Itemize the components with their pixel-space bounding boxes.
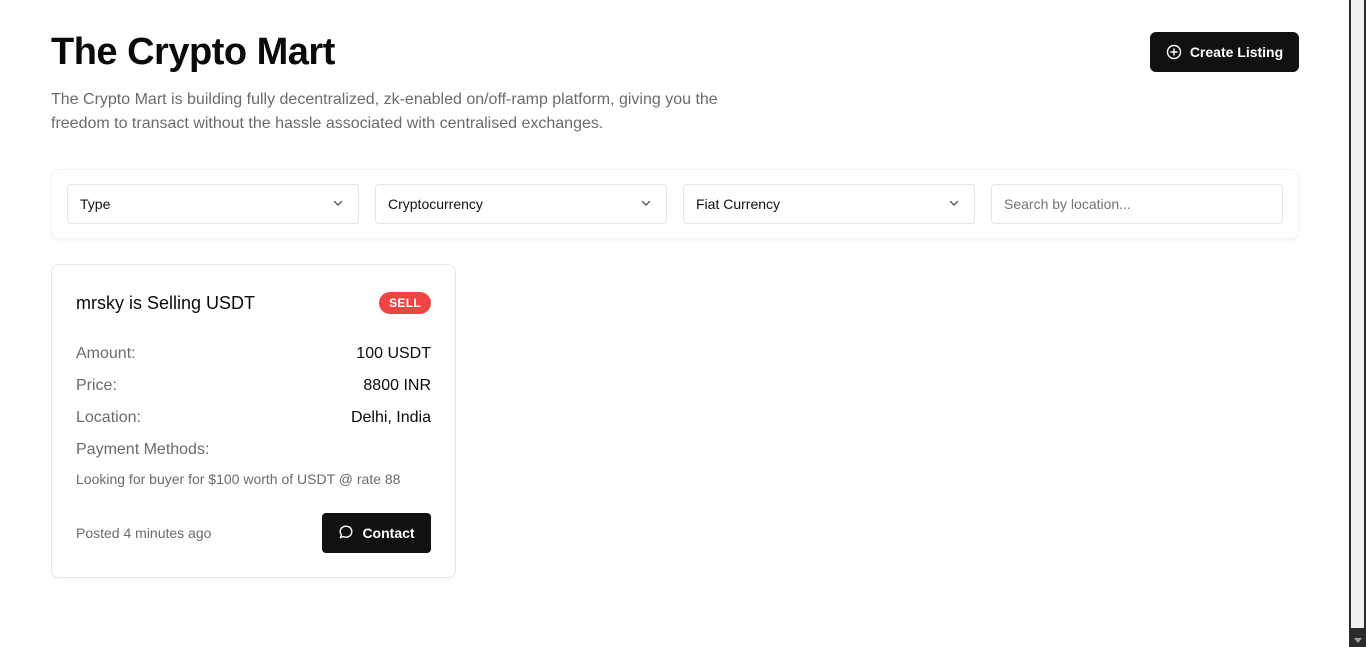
page-subtitle: The Crypto Mart is building fully decent… [51, 91, 718, 132]
type-select-value: Type [80, 196, 111, 212]
chevron-down-icon [948, 196, 960, 212]
price-value: 8800 INR [363, 377, 431, 394]
plus-circle-icon [1166, 44, 1182, 60]
scrollbar[interactable] [1349, 0, 1366, 647]
type-select[interactable]: Type [67, 184, 359, 224]
price-label: Price: [76, 377, 117, 394]
contact-label: Contact [362, 525, 415, 541]
price-row: Price: 8800 INR [76, 375, 431, 397]
filter-bar: Type Cryptocurrency Fiat Currency [51, 169, 1299, 239]
location-value: Delhi, India [350, 409, 431, 426]
contact-button[interactable]: Contact [322, 513, 431, 553]
scroll-down-arrow-icon[interactable] [1354, 638, 1362, 643]
amount-label: Amount: [76, 345, 136, 362]
payment-methods-label: Payment Methods: [76, 441, 210, 458]
scrollbar-thumb[interactable] [1351, 0, 1364, 628]
listing-title: mrsky is Selling USDT [76, 293, 256, 313]
page-header: The Crypto Mart The Crypto Mart is build… [51, 30, 1299, 136]
fiat-currency-select-value: Fiat Currency [696, 196, 781, 212]
message-circle-icon [338, 524, 354, 543]
cryptocurrency-select[interactable]: Cryptocurrency [375, 184, 667, 224]
amount-row: Amount: 100 USDT [76, 343, 431, 365]
listing-card: mrsky is Selling USDT SELL Amount: 100 U… [51, 264, 456, 578]
sell-badge: SELL [379, 292, 431, 314]
location-row: Location: Delhi, India [76, 407, 431, 429]
cryptocurrency-select-value: Cryptocurrency [388, 196, 483, 212]
listing-description: Looking for buyer for $100 worth of USDT… [76, 471, 401, 487]
amount-value: 100 USDT [356, 345, 431, 362]
posted-time: Posted 4 minutes ago [76, 525, 212, 541]
payment-methods-row: Payment Methods: [76, 439, 431, 461]
fiat-currency-select[interactable]: Fiat Currency [683, 184, 975, 224]
create-listing-button[interactable]: Create Listing [1150, 32, 1299, 72]
chevron-down-icon [332, 196, 344, 212]
location-search-input[interactable] [991, 184, 1283, 224]
chevron-down-icon [640, 196, 652, 212]
location-label: Location: [76, 409, 141, 426]
create-listing-label: Create Listing [1189, 44, 1284, 60]
page-title: The Crypto Mart [51, 31, 335, 73]
